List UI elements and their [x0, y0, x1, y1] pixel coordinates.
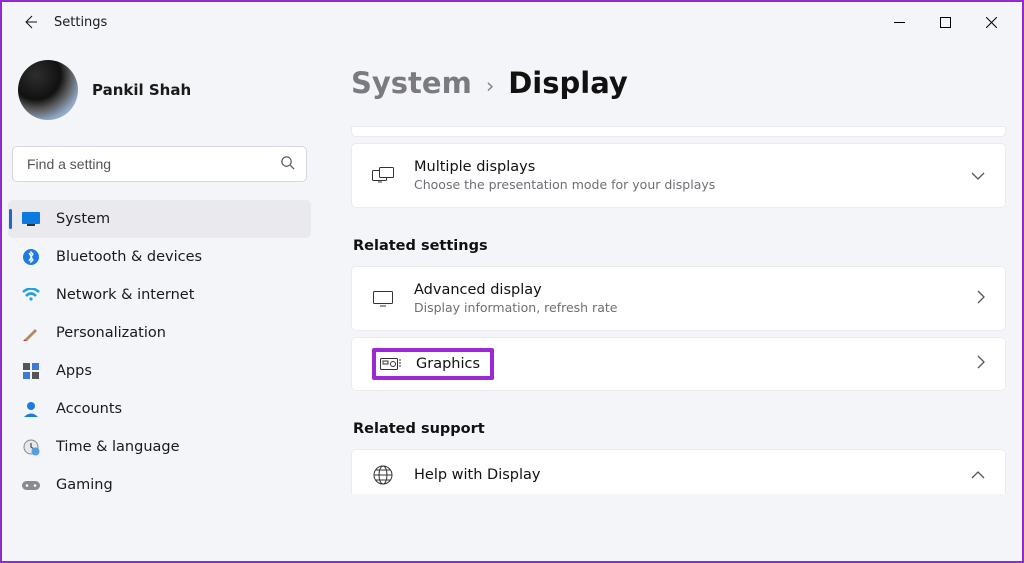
- close-icon: [986, 17, 997, 28]
- minimize-button[interactable]: [876, 2, 922, 42]
- sidebar-item-personalization[interactable]: Personalization: [8, 314, 311, 352]
- bluetooth-icon: [22, 248, 40, 266]
- maximize-button[interactable]: [922, 2, 968, 42]
- back-arrow-icon: [22, 14, 38, 30]
- section-related-support: Related support: [353, 421, 1006, 437]
- apps-icon: [22, 362, 40, 380]
- sidebar-item-label: Network & internet: [56, 287, 194, 303]
- minimize-icon: [894, 17, 905, 28]
- sidebar-item-label: Personalization: [56, 325, 166, 341]
- wifi-icon: [22, 286, 40, 304]
- sidebar-item-system[interactable]: System: [8, 200, 311, 238]
- card-subtitle: Display information, refresh rate: [414, 300, 957, 316]
- card-help-display[interactable]: Help with Display: [351, 449, 1006, 494]
- sidebar-item-label: Time & language: [56, 439, 180, 455]
- search-input[interactable]: [12, 146, 307, 182]
- back-button[interactable]: [10, 2, 50, 42]
- gaming-icon: [22, 476, 40, 494]
- breadcrumb-parent[interactable]: System: [351, 66, 472, 100]
- card-multiple-displays[interactable]: Multiple displays Choose the presentatio…: [351, 143, 1006, 208]
- highlight-annotation: Graphics: [372, 348, 494, 380]
- system-icon: [22, 210, 40, 228]
- globe-help-icon: [372, 464, 394, 486]
- sidebar-item-bluetooth[interactable]: Bluetooth & devices: [8, 238, 311, 276]
- breadcrumb-current: Display: [508, 66, 628, 100]
- chevron-right-icon: [977, 290, 985, 308]
- sidebar-item-gaming[interactable]: Gaming: [8, 466, 311, 504]
- chevron-down-icon: [971, 168, 985, 184]
- maximize-icon: [940, 17, 951, 28]
- profile-name: Pankil Shah: [92, 81, 191, 99]
- accounts-icon: [22, 400, 40, 418]
- card-title: Advanced display: [414, 281, 957, 300]
- sidebar-item-label: Apps: [56, 363, 92, 379]
- card-title: Graphics: [416, 356, 480, 372]
- sidebar-item-apps[interactable]: Apps: [8, 352, 311, 390]
- display-icon: [372, 288, 394, 310]
- avatar[interactable]: [18, 60, 78, 120]
- chevron-right-icon: ›: [486, 74, 494, 98]
- paintbrush-icon: [22, 324, 40, 342]
- sidebar-item-label: Accounts: [56, 401, 122, 417]
- window-title: Settings: [54, 15, 107, 30]
- chevron-right-icon: [977, 355, 985, 373]
- card-stub: [351, 126, 1006, 137]
- chevron-up-icon: [971, 467, 985, 483]
- clock-globe-icon: [22, 438, 40, 456]
- search-icon: [280, 155, 295, 174]
- graphics-icon: [380, 353, 402, 375]
- close-button[interactable]: [968, 2, 1014, 42]
- card-graphics[interactable]: Graphics: [351, 337, 1006, 391]
- card-title: Multiple displays: [414, 158, 951, 177]
- card-subtitle: Choose the presentation mode for your di…: [414, 177, 951, 193]
- section-related-settings: Related settings: [353, 238, 1006, 254]
- sidebar-item-time-language[interactable]: Time & language: [8, 428, 311, 466]
- sidebar-item-accounts[interactable]: Accounts: [8, 390, 311, 428]
- multiple-displays-icon: [372, 165, 394, 187]
- sidebar-item-network[interactable]: Network & internet: [8, 276, 311, 314]
- card-title: Help with Display: [414, 466, 951, 485]
- breadcrumb: System › Display: [351, 66, 1006, 100]
- sidebar-item-label: System: [56, 211, 110, 227]
- sidebar-item-label: Gaming: [56, 477, 113, 493]
- card-advanced-display[interactable]: Advanced display Display information, re…: [351, 266, 1006, 331]
- sidebar-item-label: Bluetooth & devices: [56, 249, 202, 265]
